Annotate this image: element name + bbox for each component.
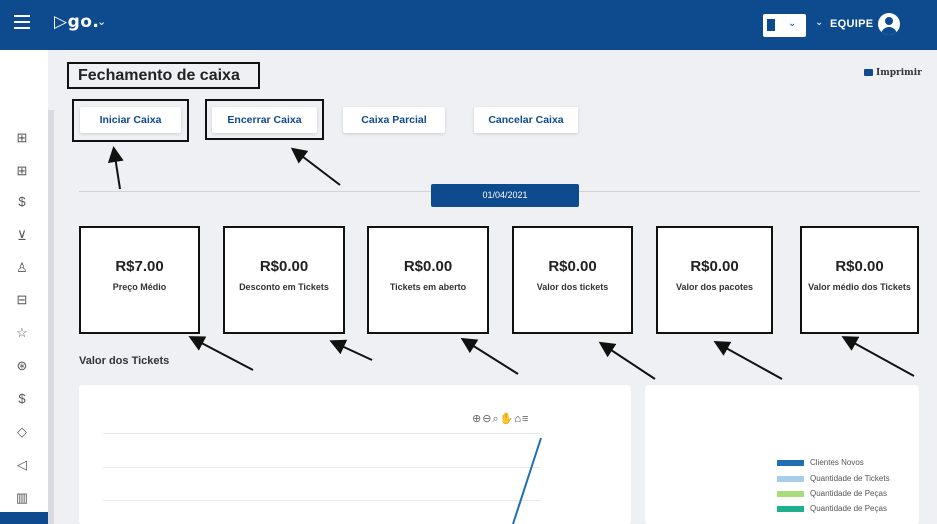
card-label: Tickets em aberto	[389, 282, 467, 292]
star-icon[interactable]: ☆	[14, 325, 30, 341]
annotation-arrow	[598, 341, 656, 380]
legend-swatch	[777, 475, 804, 482]
card-label: Valor médio dos Tickets	[808, 282, 911, 292]
start-cash-button[interactable]: Iniciar Caixa	[80, 107, 181, 133]
cart-icon[interactable]: ⊻	[14, 228, 30, 244]
chart-toolbar: ⊕⊖⌕✋⌂≡	[472, 412, 529, 426]
chevron-down-icon: ⌄	[788, 18, 797, 29]
annotation-arrow	[290, 147, 341, 186]
annotation-arrow	[329, 339, 373, 361]
apps-icon[interactable]: ⊞	[14, 163, 30, 179]
print-button[interactable]: Imprimir	[864, 68, 922, 78]
card-amount: R$0.00	[690, 258, 739, 275]
menu-icon[interactable]	[14, 15, 30, 29]
annotation-arrow	[460, 337, 519, 375]
card-label: Desconto em Tickets	[239, 282, 329, 292]
card-amount: R$0.00	[259, 258, 309, 275]
legend-item[interactable]: Quantidade de Peças	[777, 488, 907, 499]
annotation-arrow	[107, 146, 124, 190]
card-label: Valor dos pacotes	[675, 282, 754, 292]
legend-label: Quantidade de Peças	[810, 504, 887, 513]
home-icon[interactable]: ⌂	[514, 413, 522, 425]
card-label: Valor dos tickets	[536, 282, 609, 292]
money-icon[interactable]: $	[14, 194, 30, 210]
print-label: Imprimir	[876, 68, 922, 78]
legend-swatch	[777, 505, 804, 512]
truck-icon[interactable]: ⊟	[14, 292, 30, 308]
chart-grid-line	[103, 500, 540, 501]
summary-card: R$7.00 Preço Médio	[79, 226, 200, 334]
money-icon[interactable]: $	[14, 391, 30, 407]
sidebar-active-item[interactable]	[0, 512, 48, 524]
shirt-icon[interactable]: ♙	[14, 260, 30, 276]
dashboard-icon[interactable]: ⊞	[14, 130, 30, 146]
close-cash-button[interactable]: Encerrar Caixa	[212, 107, 317, 133]
legend-item[interactable]: Quantidade de Peças	[777, 503, 907, 514]
page-title: Fechamento de caixa	[67, 62, 260, 89]
section-title: Valor dos Tickets	[79, 355, 170, 367]
app-logo[interactable]: ▷go.	[54, 12, 99, 32]
annotation-arrow	[841, 336, 915, 377]
card-amount: R$0.00	[835, 258, 884, 275]
legend-label: Quantidade de Tickets	[810, 474, 890, 483]
store-icon	[767, 19, 775, 31]
store-select[interactable]: ⌄	[763, 14, 806, 37]
summary-card: R$0.00 Valor médio dos Tickets	[800, 226, 919, 334]
card-amount: R$7.00	[115, 258, 164, 275]
top-bar: ▷go. ⌄ ⌄ ⌄ EQUIPE	[0, 0, 937, 50]
partial-cash-button[interactable]: Caixa Parcial	[343, 107, 445, 133]
legend-swatch	[777, 459, 804, 466]
chart-icon[interactable]: ▥	[14, 490, 30, 506]
chart-grid-line	[103, 467, 540, 468]
divider	[579, 191, 920, 192]
summary-card: R$0.00 Valor dos pacotes	[656, 226, 773, 334]
legend-swatch	[777, 490, 804, 497]
hamburger-menu-icon[interactable]: ≡	[522, 413, 529, 425]
divider	[79, 191, 431, 192]
chevron-down-icon[interactable]: ⌄	[815, 17, 823, 28]
chevron-down-icon[interactable]: ⌄	[97, 15, 106, 28]
annotation-arrow	[713, 341, 783, 380]
summary-card: R$0.00 Desconto em Tickets	[223, 226, 345, 334]
sidebar-scrollbar[interactable]	[48, 110, 54, 524]
legend-label: Clientes Novos	[810, 458, 864, 467]
search-icon[interactable]: ⌕	[492, 413, 499, 425]
date-selector[interactable]: 01/04/2021	[431, 184, 579, 207]
pan-icon[interactable]: ✋	[500, 413, 515, 425]
tickets-chart-panel	[79, 385, 631, 524]
printer-icon	[864, 69, 873, 76]
cancel-cash-button[interactable]: Cancelar Caixa	[474, 107, 578, 133]
megaphone-icon[interactable]: ◁	[14, 457, 30, 473]
package-icon[interactable]: ⊛	[14, 358, 30, 374]
user-avatar-icon[interactable]	[878, 13, 900, 35]
legend-item[interactable]: Quantidade de Tickets	[777, 473, 907, 484]
annotation-arrow	[188, 336, 254, 371]
sidebar: ⊞ ⊞ $ ⊻ ♙ ⊟ ☆ ⊛ $ ◇ ◁ ▥	[0, 50, 48, 524]
zoom-in-icon[interactable]: ⊕	[472, 413, 482, 425]
team-menu[interactable]: EQUIPE	[830, 18, 873, 30]
zoom-out-icon[interactable]: ⊖	[482, 413, 492, 425]
chart-grid-line	[103, 433, 540, 434]
card-label: Preço Médio	[112, 282, 167, 292]
summary-card: R$0.00 Valor dos tickets	[512, 226, 633, 334]
tag-icon[interactable]: ◇	[14, 424, 30, 440]
card-amount: R$0.00	[548, 258, 597, 275]
summary-card: R$0.00 Tickets em aberto	[367, 226, 489, 334]
legend-item[interactable]: Clientes Novos	[777, 457, 907, 468]
legend-label: Quantidade de Peças	[810, 489, 887, 498]
card-amount: R$0.00	[403, 258, 453, 275]
